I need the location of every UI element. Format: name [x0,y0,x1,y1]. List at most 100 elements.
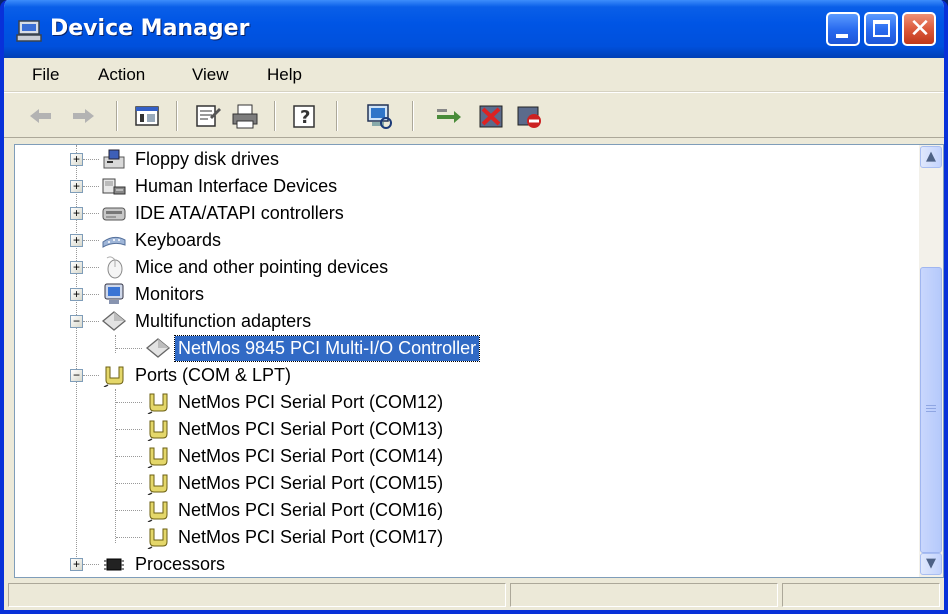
port-icon [147,447,168,468]
port-icon [147,393,168,414]
floppy-drive-icon [103,149,125,169]
port-icon [147,474,168,495]
tree-item-label[interactable]: Keyboards [132,228,224,253]
tree-connector [83,321,99,322]
forward-icon[interactable] [68,101,98,131]
tree-item-label[interactable]: Floppy disk drives [132,147,282,172]
minimize-button[interactable] [826,12,860,46]
tree-category-row[interactable]: + Processors [15,551,915,577]
tree-category-row[interactable]: + Human Interface Devices [15,173,915,200]
status-panel-main [8,583,506,607]
status-panel-secondary [510,583,778,607]
close-button[interactable]: ✕ [902,12,936,46]
properties-icon[interactable] [192,101,222,131]
tree-item-label[interactable]: Mice and other pointing devices [132,255,391,280]
device-tree[interactable]: + Floppy disk drives + Human Interface Devi… [15,145,919,577]
tree-item-label[interactable]: Ports (COM & LPT) [132,363,294,388]
menu-view[interactable]: View [192,65,229,85]
tree-item-label[interactable]: NetMos PCI Serial Port (COM16) [175,498,446,523]
toolbar: ? [4,92,944,138]
port-icon [147,420,168,441]
tree-category-row[interactable]: + Mice and other pointing devices [15,254,915,281]
tree-connector [116,429,142,430]
disable-icon[interactable] [514,101,544,131]
show-hide-tree-icon[interactable] [132,101,162,131]
tree-device-row[interactable]: NetMos PCI Serial Port (COM15) [15,470,915,497]
tree-device-row[interactable]: NetMos PCI Serial Port (COM14) [15,443,915,470]
port-icon [147,528,168,549]
expand-icon[interactable]: + [70,288,83,301]
tree-device-row[interactable]: NetMos PCI Serial Port (COM16) [15,497,915,524]
tree-category-row[interactable]: − Ports (COM & LPT) [15,362,915,389]
tree-category-row[interactable]: + Floppy disk drives [15,146,915,173]
grip-line [926,411,936,412]
menu-help[interactable]: Help [267,65,302,85]
tree-item-label[interactable]: NetMos 9845 PCI Multi-I/O Controller [173,335,481,362]
update-driver-icon[interactable] [434,101,464,131]
status-panel-tertiary [782,583,940,607]
ide-controller-icon [102,207,126,221]
scan-hardware-icon[interactable] [364,101,394,131]
scroll-thumb[interactable] [920,267,942,553]
tree-device-row[interactable]: NetMos PCI Serial Port (COM17) [15,524,915,551]
tree-item-label[interactable]: NetMos PCI Serial Port (COM12) [175,390,446,415]
tree-connector [83,267,99,268]
expand-icon[interactable]: + [70,153,83,166]
processor-icon [104,558,124,571]
tree-device-row[interactable]: NetMos PCI Serial Port (COM13) [15,416,915,443]
tree-item-label[interactable]: Processors [132,552,228,577]
expand-icon[interactable]: + [70,207,83,220]
toolbar-separator [412,101,414,131]
tree-category-row[interactable]: + Monitors [15,281,915,308]
tree-connector [83,240,99,241]
tree-connector [83,375,99,376]
title-bar[interactable]: Device Manager ✕ [4,0,944,58]
tree-connector [83,294,99,295]
tree-category-row[interactable]: − Multifunction adapters [15,308,915,335]
collapse-icon[interactable]: − [70,369,83,382]
tree-item-label[interactable]: NetMos PCI Serial Port (COM13) [175,417,446,442]
menu-bar: File Action View Help [4,58,944,92]
tree-connector [83,213,99,214]
mouse-icon [106,256,123,279]
maximize-icon [873,20,890,37]
tree-device-row[interactable]: NetMos 9845 PCI Multi-I/O Controller [15,335,915,362]
chevron-up-icon: ▲ [926,149,936,164]
uninstall-icon[interactable] [476,101,506,131]
help-icon[interactable]: ? [290,101,320,131]
vertical-scrollbar[interactable]: ▲ ▼ [919,145,943,577]
monitor-icon [104,283,124,304]
tree-category-row[interactable]: + Keyboards [15,227,915,254]
print-icon[interactable] [230,101,260,131]
tree-item-label[interactable]: NetMos PCI Serial Port (COM17) [175,525,446,550]
tree-device-row[interactable]: NetMos PCI Serial Port (COM12) [15,389,915,416]
keyboard-icon [102,236,126,248]
tree-connector [116,483,142,484]
tree-item-label[interactable]: Monitors [132,282,207,307]
chevron-down-icon: ▼ [926,556,936,571]
tree-connector [83,159,99,160]
menu-file[interactable]: File [32,65,59,85]
tree-item-label[interactable]: Multifunction adapters [132,309,314,334]
tree-category-row[interactable]: + IDE ATA/ATAPI controllers [15,200,915,227]
toolbar-separator [274,101,276,131]
menu-action[interactable]: Action [98,65,145,85]
expand-icon[interactable]: + [70,234,83,247]
maximize-button[interactable] [864,12,898,46]
toolbar-separator [116,101,118,131]
collapse-icon[interactable]: − [70,315,83,328]
multifunction-adapter-icon [145,338,171,358]
close-icon: ✕ [909,14,931,44]
scroll-down-button[interactable]: ▼ [920,553,942,575]
scroll-up-button[interactable]: ▲ [920,146,942,168]
tree-item-label[interactable]: Human Interface Devices [132,174,340,199]
port-icon [147,501,168,522]
expand-icon[interactable]: + [70,261,83,274]
tree-item-label[interactable]: NetMos PCI Serial Port (COM14) [175,444,446,469]
tree-item-label[interactable]: IDE ATA/ATAPI controllers [132,201,347,226]
tree-item-label[interactable]: NetMos PCI Serial Port (COM15) [175,471,446,496]
back-icon[interactable] [26,101,56,131]
expand-icon[interactable]: + [70,558,83,571]
tree-connector [116,537,142,538]
expand-icon[interactable]: + [70,180,83,193]
